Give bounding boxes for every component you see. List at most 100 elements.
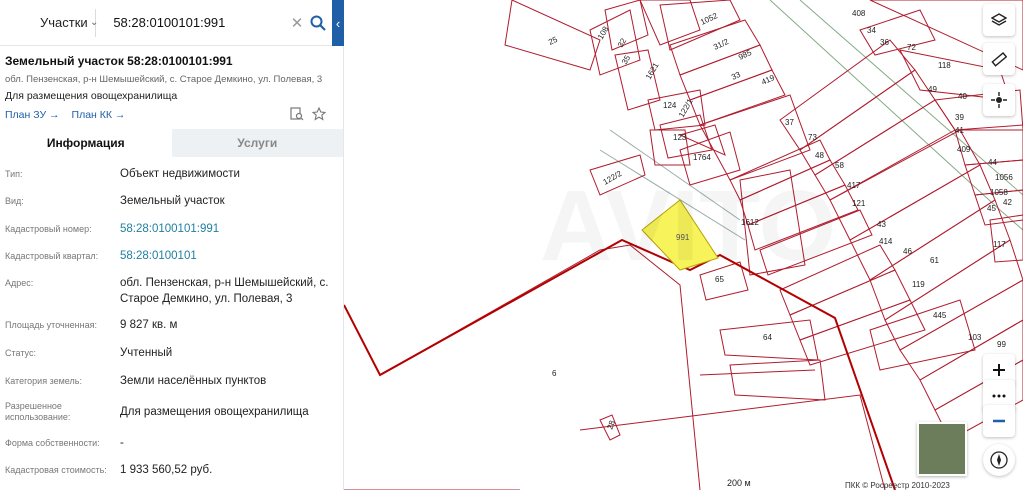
svg-text:58: 58 (835, 161, 844, 170)
basemap-switcher[interactable] (917, 422, 967, 476)
cadastral-map[interactable]: 25 108 32 35 1621 1052 31/2 985 33 419 1… (344, 0, 1023, 490)
svg-text:33: 33 (730, 70, 742, 82)
tab-bar: Информация Услуги (0, 129, 343, 157)
locate-icon[interactable] (983, 84, 1015, 116)
svg-text:118: 118 (938, 61, 951, 70)
svg-text:6: 6 (552, 369, 557, 378)
svg-text:49: 49 (928, 85, 937, 94)
document-search-icon[interactable] (290, 107, 304, 121)
svg-text:72: 72 (907, 43, 916, 52)
search-icon (310, 15, 327, 31)
attr-label: Форма собственности: (5, 438, 100, 448)
attr-label: Тип: (5, 169, 23, 179)
svg-text:985: 985 (737, 48, 753, 62)
attr-value: - (120, 437, 124, 449)
svg-text:1056: 1056 (995, 173, 1013, 182)
page-title: Земельный участок 58:28:0100101:991 (5, 54, 233, 68)
attr-value: Для размещения овощехранилища (120, 406, 309, 418)
svg-text:41: 41 (955, 126, 964, 135)
svg-text:42: 42 (1003, 198, 1012, 207)
attr-value: Земли населённых пунктов (120, 375, 267, 387)
compass-icon[interactable] (983, 444, 1015, 476)
svg-text:25: 25 (547, 35, 559, 47)
svg-text:46: 46 (903, 247, 912, 256)
svg-text:AVITO: AVITO (540, 170, 836, 282)
svg-text:64: 64 (763, 333, 772, 342)
title-actions (290, 107, 326, 121)
attr-value: обл. Пензенская, р-н Шемышейский, с. Ста… (120, 277, 329, 305)
info-panel: Земельный участок 58:28:0100101:991 обл.… (0, 46, 344, 490)
attr-label: Площадь уточненная: (5, 320, 97, 330)
plan-zu-link[interactable]: План ЗУ → (5, 109, 60, 121)
svg-text:48: 48 (815, 151, 824, 160)
svg-text:61: 61 (930, 256, 939, 265)
svg-text:31/2: 31/2 (712, 37, 730, 52)
svg-text:1764: 1764 (693, 153, 711, 162)
search-bar: Участки ⌄ ✕ (0, 0, 332, 46)
svg-text:34: 34 (867, 26, 876, 35)
tab-services[interactable]: Услуги (171, 129, 343, 157)
attr-label: Вид: (5, 196, 24, 206)
svg-text:1621: 1621 (644, 61, 661, 81)
zoom-out-icon[interactable] (983, 405, 1015, 437)
plan-kk-link[interactable]: План КК → (72, 109, 126, 121)
search-input[interactable] (113, 7, 290, 38)
svg-text:1058: 1058 (990, 188, 1008, 197)
cadastral-number-link[interactable]: 58:28:0100101:991 (120, 221, 335, 237)
search-category-label: Участки (40, 15, 88, 30)
svg-text:35: 35 (620, 53, 633, 66)
search-button[interactable] (305, 0, 332, 46)
svg-text:414: 414 (879, 237, 893, 246)
attr-value: 1 933 560,52 руб. (120, 464, 213, 476)
svg-text:44: 44 (988, 158, 997, 167)
svg-text:40: 40 (958, 92, 967, 101)
svg-text:445: 445 (933, 311, 947, 320)
svg-text:1052: 1052 (699, 11, 719, 27)
collapse-panel-button[interactable]: ‹ (332, 0, 344, 46)
svg-text:99: 99 (997, 340, 1006, 349)
star-icon[interactable] (312, 107, 326, 121)
purpose-subtitle: Для размещения овощехранилища (5, 90, 178, 102)
attr-label: Разрешенное использование: (5, 401, 71, 422)
attr-label: Кадастровая стоимость: (5, 465, 107, 475)
ruler-icon[interactable] (983, 43, 1015, 75)
attr-value: 9 827 кв. м (120, 319, 178, 331)
search-category-select[interactable]: Участки ⌄ (0, 0, 99, 46)
svg-text:121: 121 (852, 199, 866, 208)
svg-text:103: 103 (968, 333, 982, 342)
svg-text:73: 73 (808, 133, 817, 142)
scale-label: 200 м (727, 478, 751, 488)
attr-value: Объект недвижимости (120, 168, 240, 180)
svg-text:123: 123 (673, 133, 687, 142)
address-subtitle: обл. Пензенская, р-н Шемышейский, с. Ста… (5, 74, 323, 85)
svg-text:408: 408 (852, 9, 866, 18)
map-canvas[interactable]: 25 108 32 35 1621 1052 31/2 985 33 419 1… (344, 0, 1023, 490)
svg-text:117: 117 (993, 240, 1006, 249)
attr-value: Учтенный (120, 347, 173, 359)
attr-label: Категория земель: (5, 376, 82, 386)
app-root: 25 108 32 35 1621 1052 31/2 985 33 419 1… (0, 0, 1023, 490)
svg-text:37: 37 (785, 118, 794, 127)
svg-text:36: 36 (880, 38, 889, 47)
chevron-down-icon: ⌄ (90, 16, 99, 28)
svg-text:119: 119 (912, 280, 925, 289)
attribution: ПКК © Росреестр 2010-2023 (845, 481, 950, 490)
clear-icon[interactable]: ✕ (289, 14, 304, 32)
svg-text:45: 45 (987, 204, 996, 213)
svg-text:409: 409 (957, 145, 971, 154)
svg-text:39: 39 (955, 113, 964, 122)
attr-label: Кадастровый номер: (5, 224, 92, 234)
svg-text:124: 124 (663, 101, 677, 110)
layers-icon[interactable] (983, 4, 1015, 36)
svg-text:28: 28 (605, 419, 617, 431)
svg-text:417: 417 (847, 181, 861, 190)
attr-label: Кадастровый квартал: (5, 251, 99, 261)
cadastral-quarter-link[interactable]: 58:28:0100101 (120, 248, 335, 264)
svg-text:122/1: 122/1 (677, 97, 695, 119)
svg-text:43: 43 (877, 220, 886, 229)
attr-label: Статус: (5, 348, 36, 358)
plan-links: План ЗУ → План КК → (5, 109, 125, 121)
attr-label: Адрес: (5, 278, 34, 288)
tab-info[interactable]: Информация (0, 129, 172, 157)
attr-value: Земельный участок (120, 195, 225, 207)
